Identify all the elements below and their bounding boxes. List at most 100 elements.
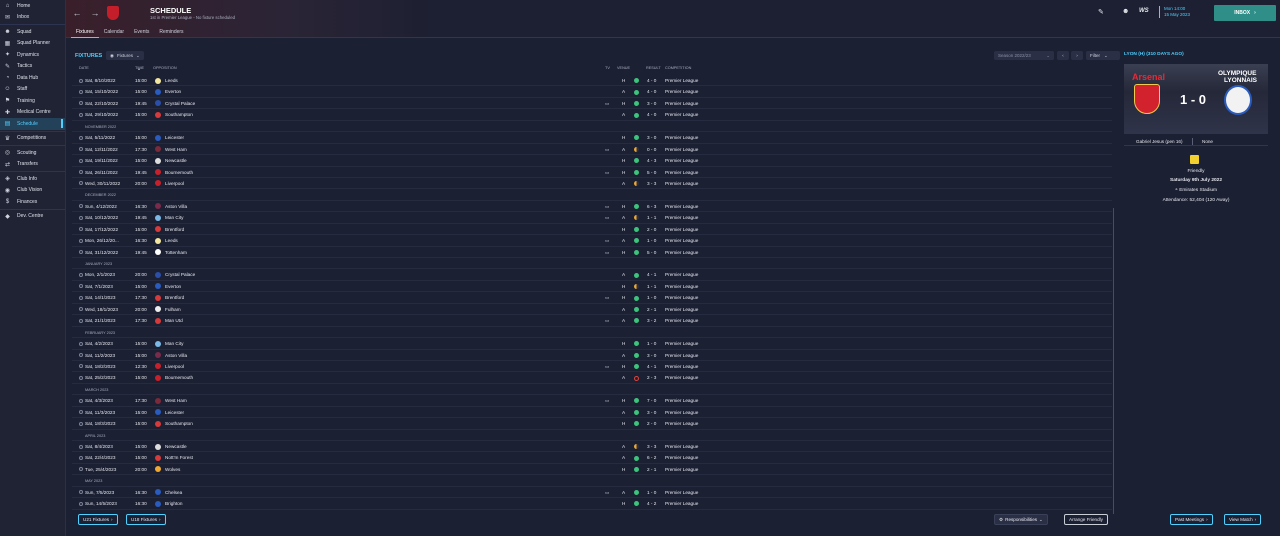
opponent-name[interactable]: Bournemouth (165, 170, 193, 175)
sidebar-item-dev-centre[interactable]: ◆ Dev. Centre (0, 211, 65, 223)
sidebar-item-home[interactable]: ⌂ Home (0, 0, 65, 12)
opponent-name[interactable]: Nott'm Forest (165, 455, 193, 460)
col-opposition[interactable]: OPPOSITION (153, 66, 177, 70)
select-checkbox[interactable] (79, 250, 83, 255)
select-checkbox[interactable] (79, 135, 83, 140)
fixture-row[interactable]: Sat, 18/3/2023 15:00 Southampton H 2 - 0 Prem… (72, 418, 1112, 430)
select-checkbox[interactable] (79, 89, 83, 94)
col-competition[interactable]: COMPETITION (665, 66, 691, 70)
fixture-row[interactable]: Tue, 25/4/2023 20:00 Wolves H 2 - 1 Premier L… (72, 464, 1112, 476)
fixture-row[interactable]: Wed, 30/11/2022 20:00 Liverpool A 3 - 3 Premi… (72, 178, 1112, 190)
sidebar-item-club-vision[interactable]: ◉ Club Vision (0, 185, 65, 197)
select-checkbox[interactable] (79, 364, 83, 369)
forward-arrow-icon[interactable]: → (90, 8, 100, 18)
select-checkbox[interactable] (79, 421, 83, 426)
fixture-row[interactable]: Sat, 11/3/2023 15:00 Leicester A 3 - 0 Premie… (72, 407, 1112, 419)
select-checkbox[interactable] (79, 101, 83, 106)
sidebar-item-transfers[interactable]: ⇄ Transfers (0, 159, 65, 171)
select-checkbox[interactable] (79, 295, 83, 300)
opponent-name[interactable]: West Ham (165, 398, 187, 403)
edit-icon[interactable]: ✎ (1098, 8, 1104, 16)
opponent-name[interactable]: Man City (165, 215, 184, 220)
back-arrow-icon[interactable]: ← (72, 8, 82, 18)
inbox-button[interactable]: INBOX › (1214, 5, 1276, 21)
fixture-row[interactable]: Sat, 8/10/2022 15:00 Leeds H 4 - 0 Premier Le… (72, 75, 1112, 87)
fixture-row[interactable]: Sat, 19/11/2022 15:00 Newcastle H 4 - 3 Premi… (72, 155, 1112, 167)
sidebar-item-competitions[interactable]: ♛ Competitions (0, 133, 65, 145)
season-next-button[interactable]: › (1071, 51, 1083, 60)
opponent-name[interactable]: Wolves (165, 467, 180, 472)
opponent-name[interactable]: Aston Villa (165, 204, 187, 209)
opponent-name[interactable]: Southampton (165, 421, 193, 426)
fixture-row[interactable]: Sat, 14/1/2023 17:30 Brentford ▭ H 1 - 0 Premi… (72, 292, 1112, 304)
season-prev-button[interactable]: ‹ (1057, 51, 1069, 60)
fixture-row[interactable]: Mon, 26/12/20... 16:30 Leeds ▭ A 1 - 0 Premier… (72, 235, 1112, 247)
opponent-name[interactable]: Brighton (165, 501, 182, 506)
opponent-name[interactable]: Liverpool (165, 181, 184, 186)
opponent-name[interactable]: Crystal Palace (165, 101, 195, 106)
opponent-name[interactable]: Southampton (165, 112, 193, 117)
sidebar-item-inbox[interactable]: ✉ Inbox (0, 12, 65, 24)
select-checkbox[interactable] (79, 410, 83, 415)
select-checkbox[interactable] (79, 238, 83, 243)
tab-calendar[interactable]: Calendar (99, 28, 129, 38)
select-checkbox[interactable] (79, 398, 83, 403)
fixture-row[interactable]: Sat, 25/2/2023 15:00 Bournemouth A 2 - 3 Prem… (72, 372, 1112, 384)
fixture-row[interactable]: Sat, 12/11/2022 17:30 West Ham ▭ A 0 - 0 Premi… (72, 144, 1112, 156)
sidebar-item-training[interactable]: ⚑ Training (0, 95, 65, 107)
opponent-name[interactable]: Leeds (165, 238, 178, 243)
tab-reminders[interactable]: Reminders (154, 28, 188, 38)
select-checkbox[interactable] (79, 467, 83, 472)
fixture-row[interactable]: Sat, 7/1/2023 15:00 Everton H 1 - 1 Premier L… (72, 281, 1112, 293)
view-match-button[interactable]: View Match › (1224, 514, 1262, 525)
sidebar-item-data-hub[interactable]: ◔ Data Hub (0, 72, 65, 84)
opponent-name[interactable]: Tottenham (165, 250, 187, 255)
opponent-name[interactable]: Aston Villa (165, 353, 187, 358)
select-checkbox[interactable] (79, 78, 83, 83)
filter-button[interactable]: Filter ⌄ (1086, 51, 1120, 60)
select-checkbox[interactable] (79, 227, 83, 232)
fixture-row[interactable]: Sat, 4/2/2023 15:00 Man City H 1 - 0 Premier … (72, 338, 1112, 350)
fixture-row[interactable]: Sat, 4/3/2023 17:30 West Ham ▭ H 7 - 0 Premier… (72, 395, 1112, 407)
sidebar-item-schedule[interactable]: ▤ Schedule (0, 118, 65, 130)
col-result[interactable]: RESULT (646, 66, 661, 70)
fixture-row[interactable]: Sat, 10/12/2022 19:45 Man City ▭ A 1 - 1 Premi… (72, 212, 1112, 224)
fixture-row[interactable]: Sun, 4/12/2022 16:30 Aston Villa ▭ H 6 - 3 Pre… (72, 201, 1112, 213)
season-selector[interactable]: Season 2022/23 ⌄ (994, 51, 1054, 60)
fixtures-view-dropdown[interactable]: ◉ Fixtures ⌄ (106, 51, 144, 60)
select-checkbox[interactable] (79, 307, 83, 312)
opponent-name[interactable]: Man City (165, 341, 184, 346)
game-date[interactable]: Mon 14:00 15 May 2023 (1159, 6, 1190, 18)
responsibilities-button[interactable]: ⚙ Responsibilities ⌄ (994, 514, 1048, 525)
fixture-row[interactable]: Sat, 22/10/2022 19:45 Crystal Palace ▭ H 3 - … (72, 98, 1112, 110)
opponent-name[interactable]: Newcastle (165, 444, 187, 449)
fixture-row[interactable]: Sun, 7/5/2023 16:30 Chelsea ▭ A 1 - 0 Premier … (72, 487, 1112, 499)
select-checkbox[interactable] (79, 444, 83, 449)
fixture-row[interactable]: Sat, 11/2/2023 15:00 Aston Villa A 3 - 0 Prem… (72, 350, 1112, 361)
select-checkbox[interactable] (79, 490, 83, 495)
fixture-row[interactable]: Sun, 14/5/2023 16:30 Brighton H 4 - 2 Premier… (72, 498, 1112, 510)
select-checkbox[interactable] (79, 112, 83, 117)
opponent-name[interactable]: Crystal Palace (165, 272, 195, 277)
sidebar-item-squad[interactable]: ☻ Squad (0, 26, 65, 38)
sidebar-item-squad-planner[interactable]: ▦ Squad Planner (0, 38, 65, 50)
opponent-name[interactable]: Leicester (165, 410, 184, 415)
opponent-name[interactable]: Leeds (165, 78, 178, 83)
opponent-name[interactable]: Chelsea (165, 490, 182, 495)
opponent-name[interactable]: Brentford (165, 227, 184, 232)
fixture-row[interactable]: Sat, 5/11/2022 15:00 Leicester H 3 - 0 Premie… (72, 132, 1112, 144)
u18-fixtures-button[interactable]: U18 Fixtures › (126, 514, 166, 525)
tab-events[interactable]: Events (129, 28, 154, 38)
sidebar-item-dynamics[interactable]: ✦ Dynamics (0, 49, 65, 61)
fixture-row[interactable]: Sat, 29/10/2022 15:00 Southampton A 4 - 0 Pre… (72, 109, 1112, 121)
fixture-row[interactable]: Sat, 22/4/2023 15:00 Nott'm Forest A 6 - 2 Pr… (72, 452, 1112, 464)
select-checkbox[interactable] (79, 284, 83, 289)
manager-icon[interactable]: ☻ (1122, 8, 1129, 15)
col-venue[interactable]: VENUE (617, 66, 630, 70)
select-checkbox[interactable] (79, 353, 83, 357)
select-checkbox[interactable] (79, 204, 83, 209)
select-checkbox[interactable] (79, 158, 83, 163)
fixture-row[interactable]: Sat, 21/1/2023 17:30 Man Utd ▭ A 3 - 2 Premier… (72, 315, 1112, 327)
fixture-row[interactable]: Sat, 18/2/2023 12:30 Liverpool ▭ H 4 - 1 Premi… (72, 361, 1112, 373)
opponent-name[interactable]: Everton (165, 89, 181, 94)
